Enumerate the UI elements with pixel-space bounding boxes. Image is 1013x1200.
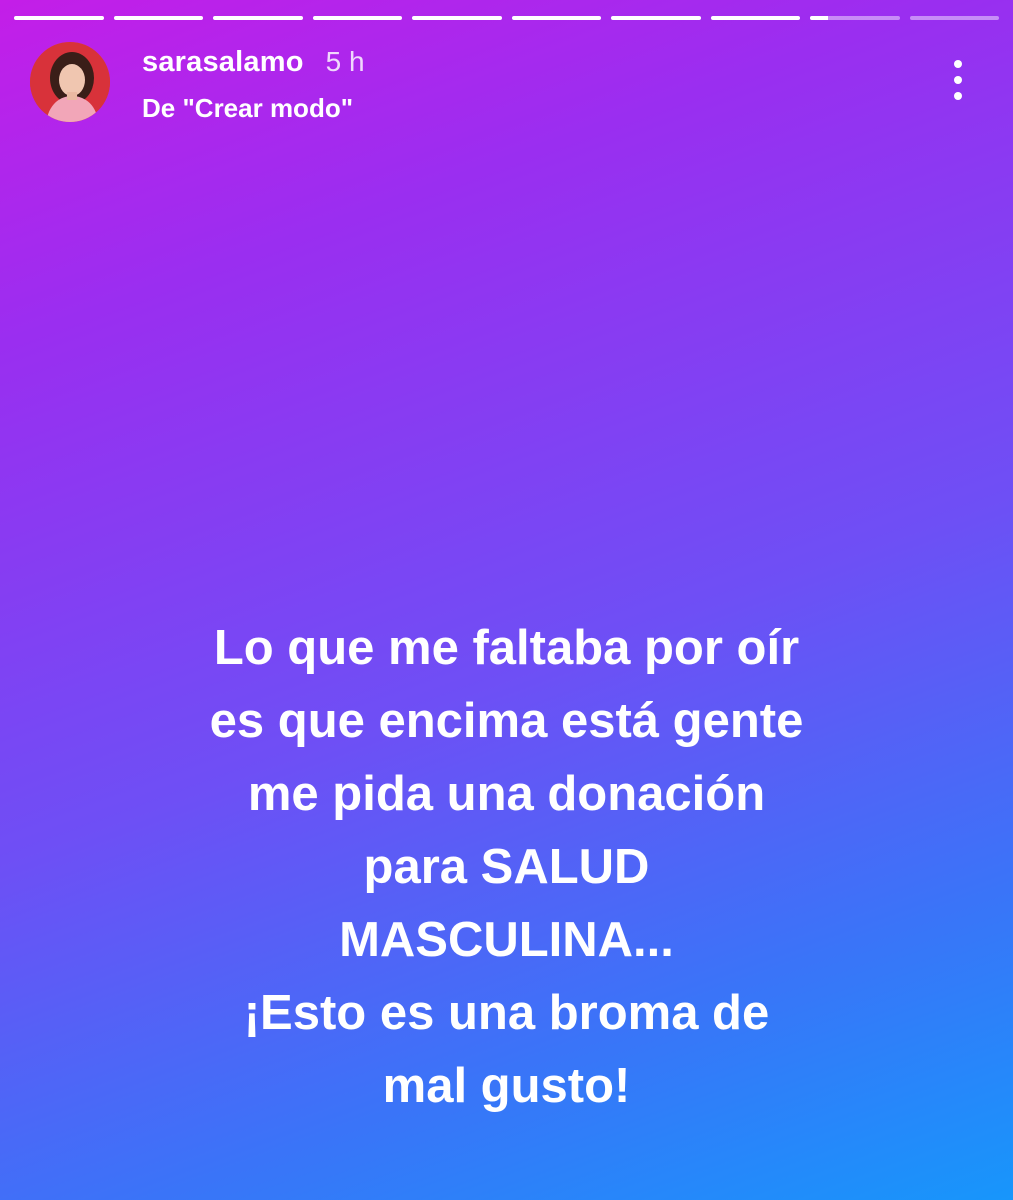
story-progress-fill	[710, 16, 800, 20]
username-link[interactable]: sarasalamo	[142, 46, 304, 79]
story-text-line: me pida una donación	[247, 767, 766, 821]
story-text-line: MASCULINA...	[339, 913, 674, 967]
story-progress-segment	[412, 16, 502, 20]
story-progress-fill	[511, 16, 601, 20]
story-progress-fill	[312, 16, 402, 20]
story-text: Lo que me faltaba por oír es que encima …	[0, 612, 1013, 1123]
profile-avatar[interactable]	[30, 42, 110, 122]
story-progress-segment	[810, 16, 900, 20]
story-progress-segment	[213, 16, 303, 20]
story-progress-segment	[611, 16, 701, 20]
more-vertical-icon-dot	[954, 92, 962, 100]
story-text-line: Lo que me faltaba por oír	[213, 621, 800, 675]
story-text-line: ¡Esto es una broma de	[243, 986, 770, 1040]
story-viewer[interactable]: sarasalamo 5 h De "Crear modo" Lo que me…	[0, 0, 1013, 1200]
story-progress-bar	[14, 16, 999, 21]
story-progress-segment	[909, 16, 999, 20]
avatar-portrait-icon	[30, 42, 110, 122]
story-progress-fill	[213, 16, 303, 20]
story-header: sarasalamo 5 h De "Crear modo"	[30, 42, 983, 126]
story-progress-fill	[611, 16, 701, 20]
story-progress-fill	[14, 16, 104, 20]
story-text-line: es que encima está gente	[209, 694, 804, 748]
story-progress-segment	[511, 16, 601, 20]
story-meta: sarasalamo 5 h De "Crear modo"	[142, 46, 365, 124]
more-options-button[interactable]	[945, 60, 971, 100]
more-vertical-icon-dot	[954, 76, 962, 84]
more-vertical-icon-dot	[954, 60, 962, 68]
story-progress-fill	[113, 16, 203, 20]
story-text-line: para SALUD	[363, 840, 650, 894]
post-time: 5 h	[325, 46, 365, 77]
story-progress-fill	[412, 16, 502, 20]
story-progress-segment	[312, 16, 402, 20]
story-progress-segment	[113, 16, 203, 20]
create-mode-label[interactable]: De "Crear modo"	[142, 93, 365, 124]
story-progress-segment	[710, 16, 800, 20]
story-text-line: mal gusto!	[382, 1059, 631, 1113]
story-progress-segment	[14, 16, 104, 20]
story-progress-fill	[810, 16, 828, 20]
